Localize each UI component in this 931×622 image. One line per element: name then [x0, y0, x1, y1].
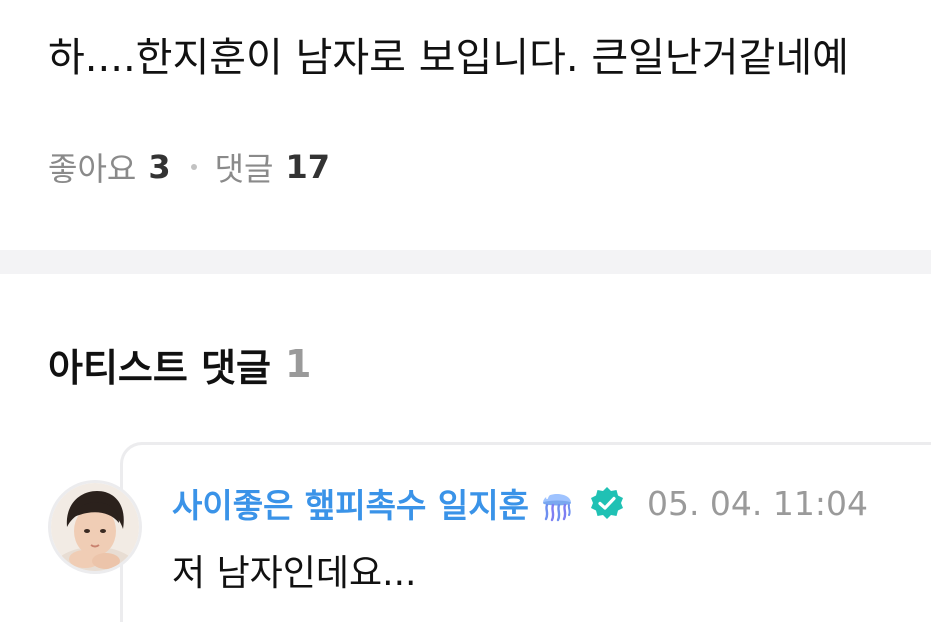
jellyfish-icon [542, 491, 571, 522]
likes-count: 3 [148, 148, 171, 186]
comment-author[interactable]: 사이좋은 햎피촉수 일지훈 [172, 479, 529, 527]
separator-dot [190, 164, 197, 170]
avatar-photo [51, 483, 139, 571]
section-divider [0, 250, 931, 274]
comments-count: 17 [285, 148, 331, 186]
artist-comments-count: 1 [285, 342, 312, 386]
post-detail-page: 하....한지훈이 남자로 보입니다. 큰일난거같네예 좋아요 3 댓글 17 … [0, 0, 931, 622]
comment-header: 사이좋은 햎피촉수 일지훈 05. 04. 11:04 [172, 478, 868, 528]
comments-button[interactable]: 댓글 [215, 144, 274, 190]
comment-timestamp: 05. 04. 11:04 [646, 483, 868, 523]
artist-comments-title: 아티스트 댓글 [48, 345, 271, 390]
post-stats: 좋아요 3 댓글 17 [48, 142, 330, 192]
verified-badge-icon [590, 487, 623, 519]
likes-button[interactable]: 좋아요 [48, 144, 136, 190]
post-text: 하....한지훈이 남자로 보입니다. 큰일난거같네예 [48, 35, 849, 81]
artist-comments-header: 아티스트 댓글 1 [48, 336, 311, 392]
avatar[interactable] [48, 480, 142, 574]
comment-text: 저 남자인데요... [172, 553, 417, 594]
